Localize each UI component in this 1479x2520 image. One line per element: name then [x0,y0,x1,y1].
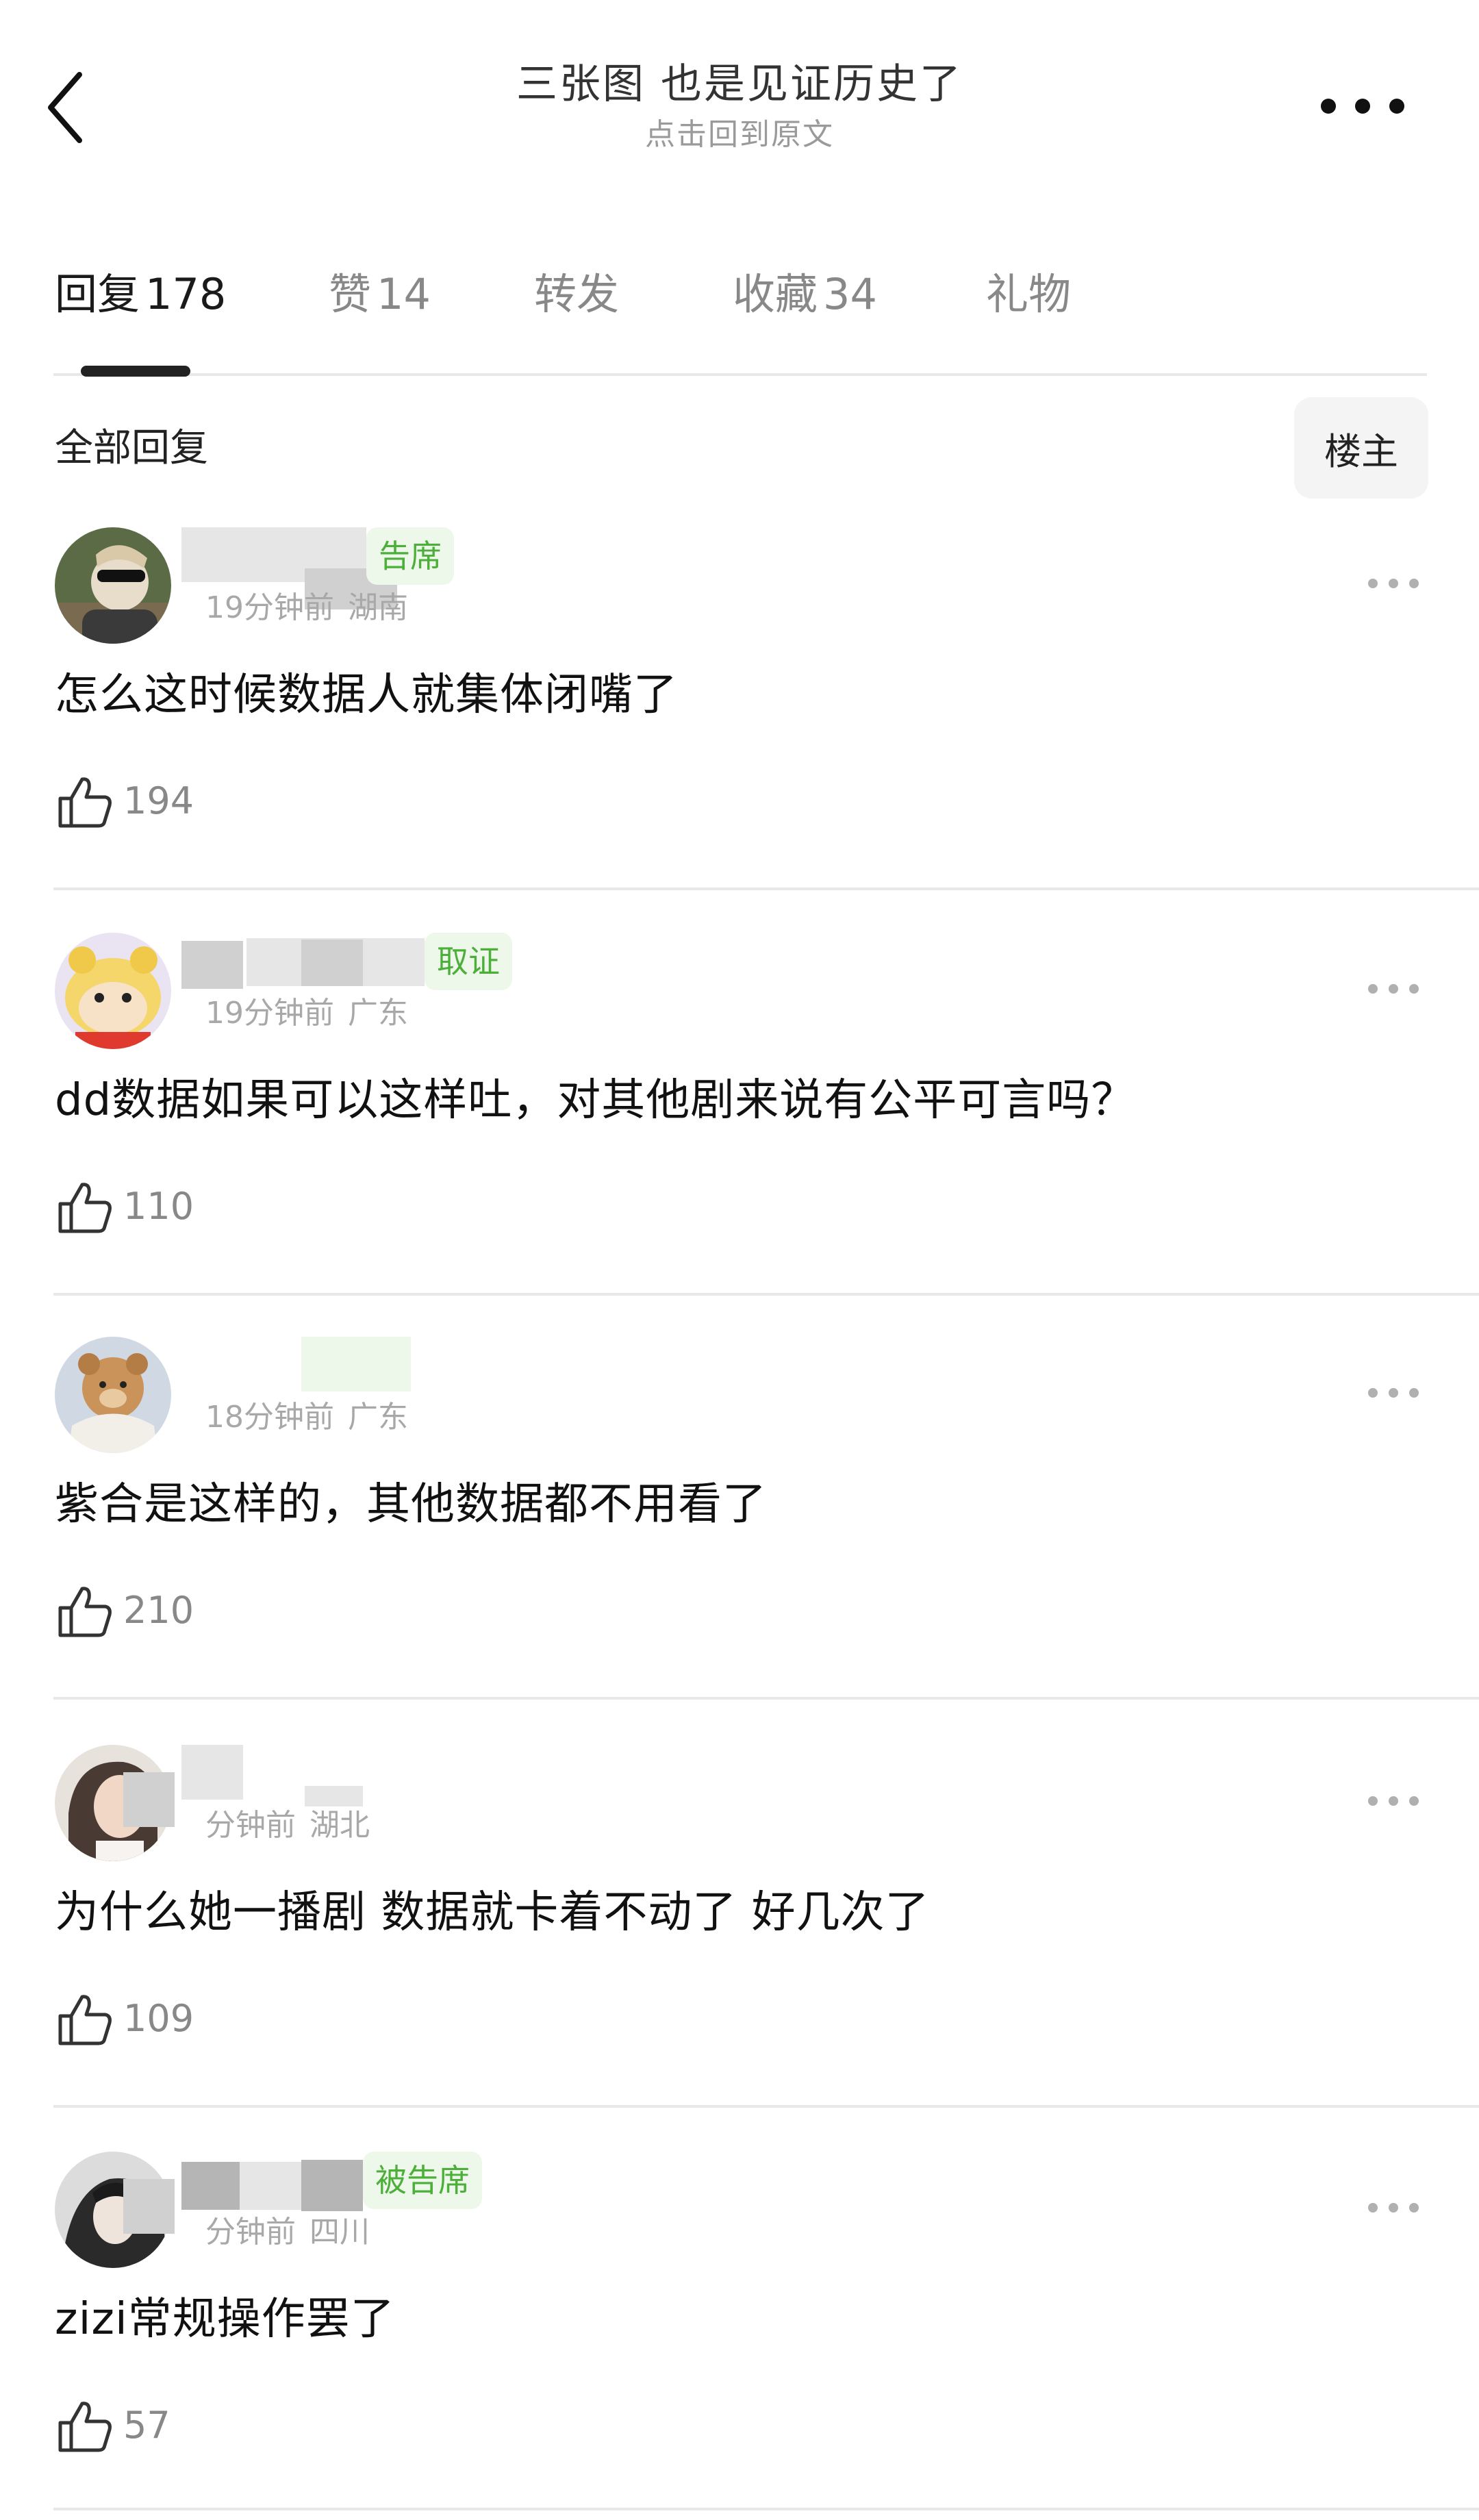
comment-more-button[interactable] [1363,570,1424,597]
like-button[interactable]: 210 [55,1576,194,1645]
like-count: 110 [123,1185,194,1228]
comment-divider [53,887,1479,890]
comment-item: 被告席 分钟前 四川 zizi常规操作罢了 57 [0,2152,1479,2508]
comment-text: 为什么她一播剧 数据就卡着不动了 好几次了 [55,1887,930,1938]
comment-meta: 分钟前 四川 [205,2212,370,2253]
comment-item: 分钟前 湖北 为什么她一播剧 数据就卡着不动了 好几次了 109 [0,1745,1479,2101]
header-title-block[interactable]: 三张图 也是见证历史了 点击回到原文 [0,55,1479,156]
comment-more-button[interactable] [1363,2194,1424,2221]
redacted-username [301,2160,363,2211]
tabs-divider [53,373,1427,376]
more-dots-icon [1321,99,1404,114]
tab-label: 收藏 [733,269,818,319]
comment-text: 怎么这时候数据人就集体闭嘴了 [55,670,678,720]
thumbs-up-icon [58,2402,112,2452]
redacted-username [305,1786,363,1806]
comment-time: 18分钟前 [205,1400,334,1435]
comment-text: 紫合是这样的，其他数据都不用看了 [55,1479,767,1530]
tab-replies[interactable]: 回复 178 [55,264,226,325]
tab-label: 回复 [55,269,140,319]
user-avatar-image [55,933,171,1049]
avatar[interactable] [55,1337,171,1453]
comment-item: 告席 19分钟前 湖南 怎么这时候数据人就集体闭嘴了 194 [0,527,1479,883]
redacted-username [301,940,363,986]
tab-count: 178 [145,269,227,319]
tab-likes[interactable]: 赞 14 [329,264,431,325]
redacted-username [181,2162,240,2210]
comment-divider [53,1697,1479,1700]
comment-meta: 19分钟前 湖南 [205,588,408,629]
redacted-username [123,2179,175,2234]
user-badge: 取证 [425,933,512,990]
tab-label: 转发 [534,269,620,319]
comment-more-button[interactable] [1363,1787,1424,1815]
page-title: 三张图 也是见证历史了 [516,60,963,108]
tab-count: 14 [377,269,431,319]
tab-reposts[interactable]: 转发 [534,264,619,325]
user-avatar-image [55,1337,171,1453]
like-button[interactable]: 57 [55,2391,170,2460]
comment-time: 19分钟前 [205,996,334,1031]
tab-favorites[interactable]: 收藏 34 [733,264,877,325]
comment-more-button[interactable] [1363,975,1424,1003]
redacted-username [123,1772,175,1827]
thumbs-up-icon [58,777,112,828]
user-badge: 告席 [366,527,454,585]
more-dots-icon [1368,1388,1419,1398]
redacted-username [181,1745,243,1800]
comment-item: 取证 19分钟前 广东 dd数据如果可以这样吐，对其他剧来说有公平可言吗？ 110 [0,933,1479,1289]
redacted-username [181,941,243,989]
active-tab-indicator [81,366,190,377]
thumbs-up-icon [58,1587,112,1637]
comment-more-button[interactable] [1363,1379,1424,1407]
tab-gifts[interactable]: 礼物 [986,264,1071,325]
like-count: 109 [123,1997,194,2040]
tab-label: 礼物 [986,269,1072,319]
tab-count: 34 [823,269,877,319]
comment-text: zizi常规操作罢了 [55,2294,395,2345]
comment-meta: 分钟前 湖北 [205,1805,370,1846]
comment-time: 分钟前 [205,1808,296,1843]
comment-location: 湖南 [348,590,408,625]
comment-location: 广东 [348,996,408,1031]
more-dots-icon [1368,579,1419,588]
comment-divider [53,1293,1479,1296]
more-dots-icon [1368,1796,1419,1806]
like-count: 194 [123,779,194,822]
more-dots-icon [1368,2203,1419,2213]
thumbs-up-icon [58,1183,112,1233]
redacted-username [240,2162,301,2210]
back-to-post-link[interactable]: 点击回到原文 [0,114,1479,156]
comment-text: dd数据如果可以这样吐，对其他剧来说有公平可言吗？ [55,1075,1136,1126]
user-avatar-image [55,527,171,644]
comment-meta: 19分钟前 广东 [205,993,408,1034]
comment-divider [53,2508,1479,2510]
avatar[interactable] [55,527,171,644]
op-only-filter-button[interactable]: 楼主 [1294,397,1428,499]
user-badge: 被告席 [363,2152,482,2209]
like-button[interactable]: 109 [55,1985,194,2053]
comment-time: 分钟前 [205,2215,296,2250]
comment-divider [53,2105,1479,2108]
like-button[interactable]: 194 [55,767,194,835]
tab-label: 赞 [329,269,372,319]
header-more-button[interactable] [1315,89,1411,123]
comment-location: 广东 [348,1400,408,1435]
like-count: 210 [123,1589,194,1632]
like-button[interactable]: 110 [55,1172,194,1241]
comment-location: 四川 [309,2215,370,2250]
comment-time: 19分钟前 [205,590,334,625]
comment-meta: 18分钟前 广东 [205,1397,408,1438]
thumbs-up-icon [58,1995,112,2045]
like-count: 57 [123,2404,170,2447]
redacted-username [301,1337,411,1391]
comment-location: 湖北 [309,1808,370,1843]
all-replies-heading: 全部回复 [55,426,208,470]
comment-item: 18分钟前 广东 紫合是这样的，其他数据都不用看了 210 [0,1337,1479,1693]
avatar[interactable] [55,933,171,1049]
more-dots-icon [1368,984,1419,994]
